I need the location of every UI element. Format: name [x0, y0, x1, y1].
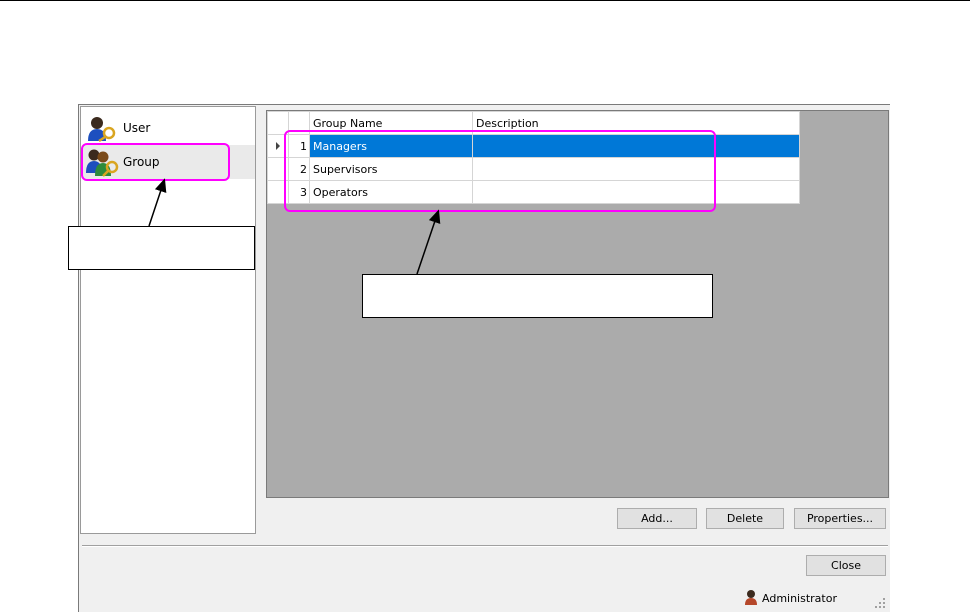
arrow-to-group-list: [416, 209, 441, 275]
arrow-to-group-item: [148, 178, 167, 227]
callout-arrows: [148, 178, 441, 275]
